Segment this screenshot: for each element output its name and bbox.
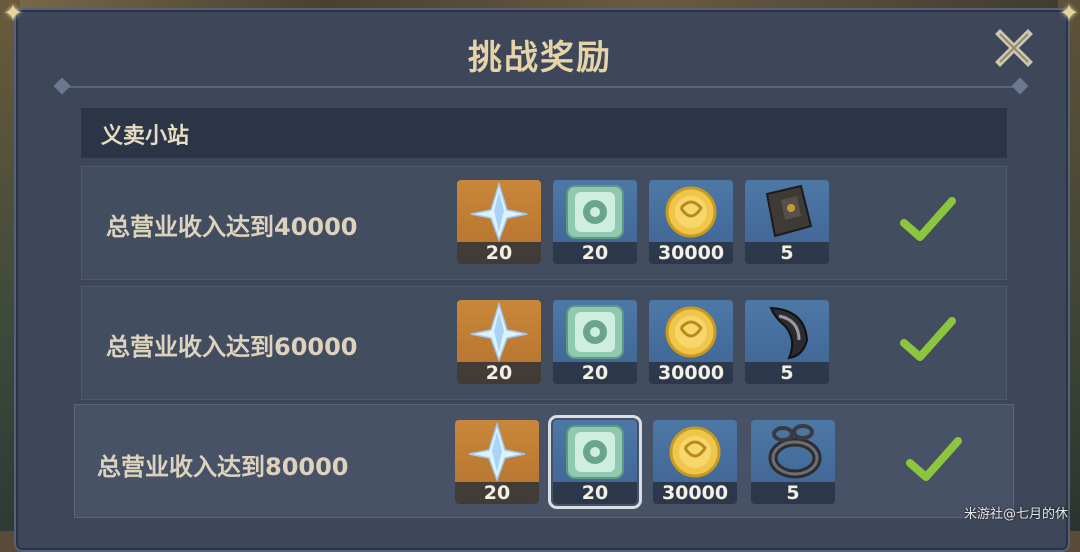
primogem-icon (470, 301, 528, 362)
watermark: 米游社@七月的休 (964, 507, 1069, 522)
reward-count: 5 (745, 242, 829, 264)
reward-item[interactable]: 20 (553, 180, 637, 264)
mora-coin-icon (665, 186, 717, 238)
reward-item[interactable]: 20 (455, 420, 539, 504)
primogem-icon (470, 181, 528, 242)
reward-item[interactable]: 30000 (653, 420, 737, 504)
challenge-row: 总营业收入达到80000 (74, 404, 1014, 518)
reward-count: 5 (745, 362, 829, 384)
reward-item[interactable]: 20 (548, 415, 642, 509)
reward-count: 20 (457, 362, 541, 384)
reward-item[interactable]: 20 (553, 300, 637, 384)
reward-count: 20 (553, 242, 637, 264)
reward-item[interactable]: 20 (457, 300, 541, 384)
title-divider (60, 86, 1020, 88)
reward-item[interactable]: 30000 (649, 300, 733, 384)
reward-count: 5 (751, 482, 835, 504)
reward-item[interactable]: 30000 (649, 180, 733, 264)
reward-item[interactable]: 5 (751, 420, 835, 504)
reward-count: 30000 (653, 482, 737, 504)
mora-coin-icon (669, 426, 721, 478)
challenge-label: 总营业收入达到40000 (106, 213, 358, 241)
dark-relic-material-icon (765, 184, 813, 238)
reward-count: 20 (553, 482, 637, 504)
reward-item[interactable]: 5 (745, 180, 829, 264)
section-header: 义卖小站 (81, 108, 1007, 158)
fate-coin-icon (566, 185, 624, 239)
section-title: 义卖小站 (101, 124, 190, 149)
challenge-label: 总营业收入达到80000 (97, 453, 349, 481)
reward-count: 30000 (649, 242, 733, 264)
close-button[interactable] (994, 28, 1034, 72)
challenge-label: 总营业收入达到60000 (106, 333, 358, 361)
reward-count: 20 (455, 482, 539, 504)
fate-coin-icon (566, 425, 624, 479)
corner-star-icon: ✦ (2, 0, 24, 27)
reward-count: 30000 (649, 362, 733, 384)
reward-item[interactable]: 5 (745, 300, 829, 384)
reward-count: 20 (457, 242, 541, 264)
completed-check-icon (906, 437, 962, 481)
challenge-row: 总营业收入达到60000 (81, 286, 1007, 400)
dialog-title: 挑战奖励 (468, 38, 612, 78)
reward-item[interactable]: 20 (457, 180, 541, 264)
corner-star-icon: ✦ (1058, 0, 1080, 27)
close-icon (995, 29, 1033, 67)
horn-material-icon (769, 306, 809, 360)
completed-check-icon (900, 197, 956, 241)
chain-material-icon (768, 424, 822, 479)
completed-check-icon (900, 317, 956, 361)
fate-coin-icon (566, 305, 624, 359)
mora-coin-icon (665, 306, 717, 358)
reward-count: 20 (553, 362, 637, 384)
primogem-icon (468, 421, 526, 482)
challenge-row: 总营业收入达到40000 (81, 166, 1007, 280)
